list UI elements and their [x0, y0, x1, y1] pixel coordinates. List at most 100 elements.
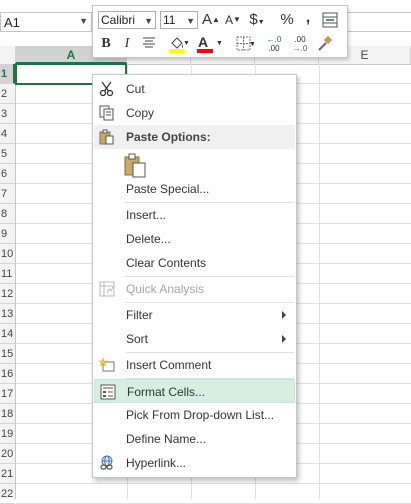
menu-item-copy[interactable]: Copy — [94, 101, 295, 125]
scissors-icon — [99, 81, 114, 97]
paste-icon — [99, 129, 114, 145]
quick-analysis-icon — [99, 281, 115, 297]
row-header[interactable]: 7 — [0, 184, 15, 204]
row-header[interactable]: 11 — [0, 264, 15, 284]
menu-item-label: Paste Special... — [126, 182, 210, 196]
menu-item-filter[interactable]: Filter — [94, 303, 295, 327]
font-color-button[interactable]: A ▼ — [197, 34, 223, 53]
row-header[interactable]: 2 — [0, 84, 15, 104]
row-header[interactable]: 20 — [0, 444, 15, 464]
row-header[interactable]: 21 — [0, 464, 15, 484]
fill-color-button[interactable]: ▼ — [164, 35, 190, 53]
row-header[interactable]: 1 — [0, 64, 15, 84]
borders-button[interactable]: ▼ — [231, 36, 257, 54]
currency-glyph: $ — [249, 11, 258, 28]
grow-font-button[interactable]: A▲ — [202, 11, 220, 29]
paste-options-label: Paste Options: — [126, 130, 211, 144]
row-headers: 1 2 3 4 5 6 7 8 9 10 11 12 13 14 15 16 17 18 19 20 21 22 — [0, 64, 16, 504]
name-box-value: A1 — [4, 14, 20, 30]
menu-item-paste-special[interactable]: Paste Special... — [94, 177, 295, 201]
decrease-decimal-button[interactable]: .00 →.0 — [289, 35, 311, 53]
menu-item-label: Quick Analysis — [126, 282, 205, 296]
name-box[interactable]: A1 ▼ — [0, 12, 92, 32]
menu-item-format-cells[interactable]: Format Cells... — [94, 379, 295, 403]
chevron-down-icon[interactable]: ▼ — [79, 16, 88, 26]
row-header[interactable]: 3 — [0, 104, 15, 124]
menu-item-label: Copy — [126, 106, 155, 120]
italic-button[interactable]: I — [120, 35, 134, 53]
menu-item-insert[interactable]: Insert... — [94, 203, 295, 227]
context-menu: Cut Copy Paste Options: Paste Special...… — [92, 74, 297, 478]
menu-item-define-name[interactable]: Define Name... — [94, 427, 295, 451]
clipboard-paste-icon — [124, 153, 146, 178]
insert-comment-icon — [99, 357, 115, 372]
row-header[interactable]: 8 — [0, 204, 15, 224]
row-header[interactable]: 19 — [0, 424, 15, 444]
center-align-icon — [143, 37, 155, 48]
menu-item-label: Hyperlink... — [126, 456, 187, 470]
menu-item-label: Filter — [126, 308, 153, 322]
menu-item-clear-contents[interactable]: Clear Contents — [94, 251, 295, 275]
row-header[interactable]: 18 — [0, 404, 15, 424]
row-header[interactable]: 17 — [0, 384, 15, 404]
menu-item-label: Format Cells... — [127, 385, 206, 399]
row-header[interactable]: 9 — [0, 224, 15, 244]
menu-item-pick-from-dropdown[interactable]: Pick From Drop-down List... — [94, 403, 295, 427]
copy-icon — [99, 105, 114, 121]
accounting-format-button[interactable]: $▼ — [247, 11, 267, 29]
row-header[interactable]: 5 — [0, 144, 15, 164]
increase-decimal-button[interactable]: ←.0.00 — [263, 35, 285, 53]
increase-decimal-icon: ←.0 — [266, 35, 282, 44]
center-align-button[interactable] — [140, 36, 158, 54]
font-size-value: 11 — [163, 13, 176, 27]
font-name-box[interactable]: Calibri ▼ — [98, 11, 156, 29]
format-painter-button[interactable] — [315, 35, 335, 53]
row-header[interactable]: 14 — [0, 324, 15, 344]
row-header[interactable]: 16 — [0, 364, 15, 384]
row-header[interactable]: 22 — [0, 484, 15, 504]
menu-item-sort[interactable]: Sort — [94, 327, 295, 351]
mini-toolbar: Calibri ▼ 11 ▼ A▲ A▼ $▼ % , B I ▼ A ▼ ▼ … — [92, 5, 348, 58]
merge-center-icon — [322, 12, 338, 28]
row-header[interactable]: 15 — [0, 344, 15, 364]
format-painter-icon — [318, 35, 333, 51]
row-header[interactable]: 6 — [0, 164, 15, 184]
menu-item-label: Insert Comment — [126, 358, 212, 372]
menu-item-hyperlink[interactable]: Hyperlink... — [94, 451, 295, 475]
bold-button[interactable]: B — [98, 35, 114, 53]
row-header[interactable]: 13 — [0, 304, 15, 324]
paste-option-button[interactable] — [123, 153, 147, 178]
menu-item-cut[interactable]: Cut — [94, 77, 295, 101]
font-size-box[interactable]: 11 ▼ — [160, 11, 198, 29]
menu-item-insert-comment[interactable]: Insert Comment — [94, 353, 295, 377]
menu-item-label: Delete... — [126, 232, 171, 246]
menu-item-delete[interactable]: Delete... — [94, 227, 295, 251]
menu-item-label: Define Name... — [126, 432, 207, 446]
row-header[interactable]: 4 — [0, 124, 15, 144]
percent-style-button[interactable]: % — [279, 11, 295, 29]
font-name-value: Calibri — [101, 13, 136, 27]
row-header[interactable]: 10 — [0, 244, 15, 264]
comma-style-button[interactable]: , — [302, 9, 314, 27]
chevron-down-icon[interactable]: ▼ — [186, 13, 195, 29]
chevron-down-icon[interactable]: ▼ — [144, 13, 153, 29]
hyperlink-icon — [100, 455, 113, 470]
paste-options-header: Paste Options: — [94, 125, 295, 149]
decrease-decimal-icon: .00 — [294, 35, 306, 44]
merge-center-button[interactable] — [321, 12, 339, 28]
menu-item-label: Insert... — [126, 208, 167, 222]
menu-item-quick-analysis: Quick Analysis — [94, 277, 295, 301]
submenu-arrow-icon — [282, 311, 286, 319]
font-color-bar — [197, 49, 213, 53]
menu-item-label: Clear Contents — [126, 256, 207, 270]
menu-item-label: Pick From Drop-down List... — [126, 408, 275, 422]
shrink-font-button[interactable]: A▼ — [224, 11, 242, 29]
format-cells-icon — [100, 384, 116, 400]
row-header[interactable]: 12 — [0, 284, 15, 304]
select-all-corner[interactable] — [0, 46, 16, 64]
submenu-arrow-icon — [282, 335, 286, 343]
menu-item-label: Sort — [126, 332, 149, 346]
grow-font-glyph: A — [202, 11, 213, 28]
menu-item-label: Cut — [126, 82, 145, 96]
shrink-font-glyph: A — [225, 13, 234, 27]
